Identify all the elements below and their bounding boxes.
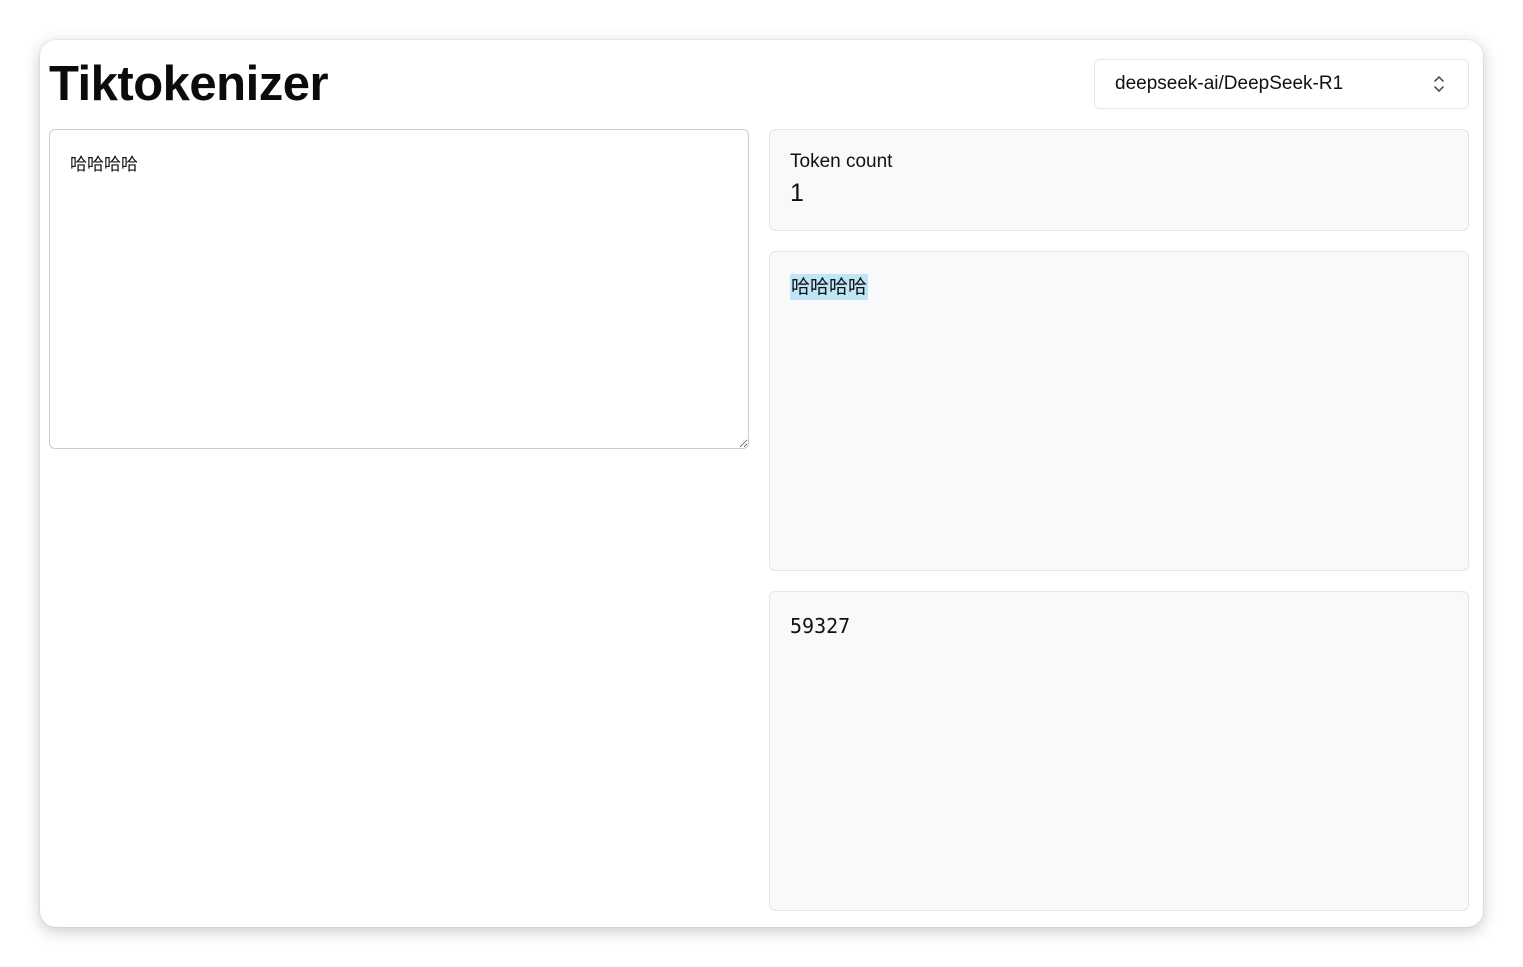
app-window: Tiktokenizer deepseek-ai/DeepSeek-R1 Tok… bbox=[40, 40, 1483, 927]
token-chip: 哈哈哈哈 bbox=[790, 274, 869, 300]
chevron-up-down-icon bbox=[1434, 76, 1444, 92]
prompt-input[interactable] bbox=[49, 129, 749, 449]
token-count-label: Token count bbox=[790, 151, 893, 172]
model-select[interactable]: deepseek-ai/DeepSeek-R1 bbox=[1094, 59, 1469, 109]
token-count-value: 1 bbox=[790, 179, 804, 207]
token-ids-panel: 59327 bbox=[769, 591, 1469, 911]
model-select-value: deepseek-ai/DeepSeek-R1 bbox=[1115, 73, 1344, 94]
tokens-panel: 哈哈哈哈 bbox=[769, 251, 1469, 571]
token-id-list: 59327 bbox=[790, 614, 851, 638]
token-count-panel: Token count 1 bbox=[769, 129, 1469, 231]
page-title: Tiktokenizer bbox=[49, 57, 329, 111]
